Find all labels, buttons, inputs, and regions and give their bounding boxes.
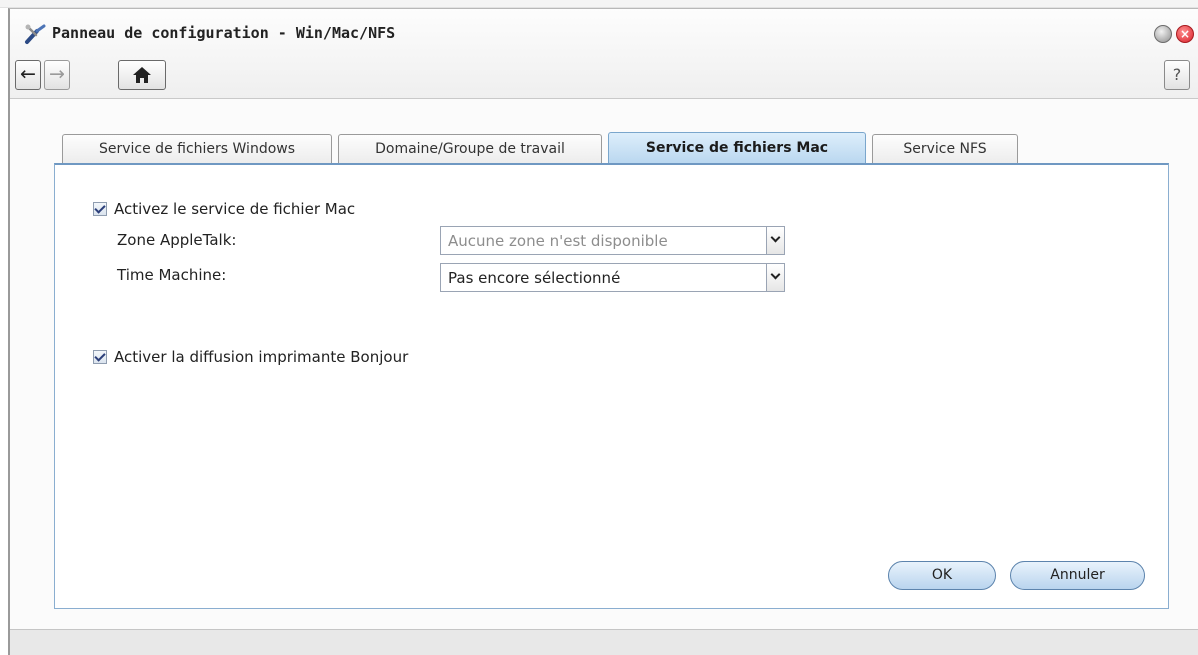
enable-mac-service-label: Activez le service de fichier Mac (114, 200, 356, 218)
enable-mac-service-row[interactable]: Activez le service de fichier Mac (93, 200, 355, 218)
tab-label: Service NFS (903, 141, 987, 157)
appletalk-zone-select[interactable]: Aucune zone n'est disponible (440, 226, 785, 255)
mac-service-panel: Activez le service de fichier Mac Zone A… (54, 163, 1169, 609)
appletalk-zone-value: Aucune zone n'est disponible (448, 232, 668, 250)
home-icon (133, 67, 151, 83)
appletalk-zone-label: Zone AppleTalk: (117, 231, 237, 249)
time-machine-label: Time Machine: (117, 266, 227, 284)
top-strip (0, 0, 1198, 8)
arrow-right-icon: → (49, 63, 65, 85)
minimize-button[interactable] (1154, 25, 1172, 43)
chevron-down-icon[interactable] (766, 227, 784, 254)
tab-label: Service de fichiers Mac (645, 140, 829, 156)
help-button[interactable]: ? (1164, 60, 1190, 90)
close-button[interactable]: × (1176, 25, 1194, 43)
tab-nfs-service[interactable]: Service NFS (872, 134, 1018, 164)
tab-label: Domaine/Groupe de travail (375, 141, 565, 157)
enable-mac-service-checkbox[interactable] (93, 202, 107, 216)
tab-mac-file-service[interactable]: Service de fichiers Mac (608, 132, 866, 165)
tab-windows-file-service[interactable]: Service de fichiers Windows (62, 134, 332, 164)
back-button[interactable]: ← (15, 60, 41, 90)
home-button[interactable] (118, 60, 166, 90)
cancel-button[interactable]: Annuler (1010, 561, 1145, 590)
arrow-left-icon: ← (20, 63, 36, 85)
status-bar (10, 629, 1198, 655)
ok-button[interactable]: OK (888, 561, 996, 590)
close-icon: × (1179, 27, 1191, 41)
title-bar: Panneau de configuration - Win/Mac/NFS ×… (10, 9, 1198, 99)
enable-bonjour-checkbox[interactable] (93, 350, 107, 364)
time-machine-value: Pas encore sélectionné (448, 269, 621, 287)
help-icon: ? (1172, 65, 1182, 84)
tab-label: Service de fichiers Windows (98, 141, 296, 157)
enable-bonjour-row[interactable]: Activer la diffusion imprimante Bonjour (93, 348, 408, 366)
chevron-down-icon[interactable] (766, 264, 784, 291)
tools-icon (25, 24, 46, 44)
enable-bonjour-label: Activer la diffusion imprimante Bonjour (114, 348, 409, 366)
window-title: Panneau de configuration - Win/Mac/NFS (52, 24, 396, 42)
forward-button[interactable]: → (44, 60, 70, 90)
time-machine-select[interactable]: Pas encore sélectionné (440, 263, 785, 292)
tab-domain-workgroup[interactable]: Domaine/Groupe de travail (338, 134, 602, 164)
control-panel-window: Panneau de configuration - Win/Mac/NFS ×… (8, 8, 1198, 655)
